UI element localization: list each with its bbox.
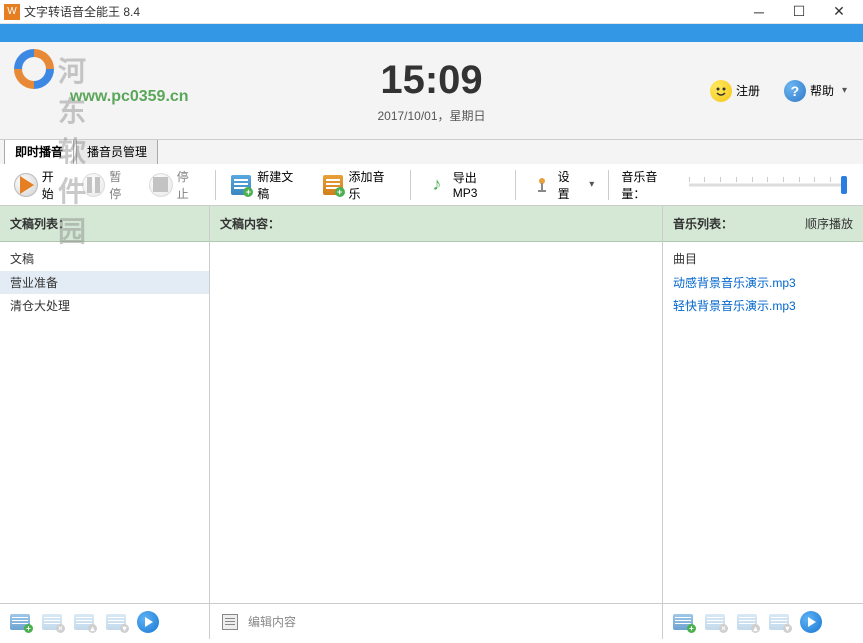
- volume-handle[interactable]: [841, 176, 847, 194]
- doc-add-button[interactable]: +: [6, 610, 34, 634]
- maximize-button[interactable]: ☐: [779, 0, 819, 24]
- register-label: 注册: [736, 82, 760, 99]
- new-doc-icon: +: [229, 173, 253, 197]
- list-item[interactable]: 动感背景音乐演示.mp3: [663, 271, 863, 294]
- chevron-down-icon: ▾: [589, 179, 594, 190]
- watermark-logo-icon: [4, 44, 64, 94]
- toolbar: 开始 暂停 停止 + 新建文稿 + 添加音乐 ♪ 导出MP3 设置 ▾ 音乐音量…: [0, 164, 863, 206]
- doc-content-body: [210, 242, 662, 603]
- bottom-bar: + × ▴ ▾ 编辑内容 + × ▴ ▾: [0, 603, 863, 639]
- new-doc-button[interactable]: + 新建文稿: [223, 164, 310, 206]
- add-music-button[interactable]: + 添加音乐: [315, 164, 402, 206]
- gear-icon: [530, 173, 554, 197]
- volume-label: 音乐音量：: [621, 168, 680, 202]
- add-music-icon: +: [321, 173, 345, 197]
- title-bar: W 文字转语音全能王 8.4 ─ ☐ ✕: [0, 0, 863, 24]
- edit-content-button[interactable]: [216, 610, 244, 634]
- pause-icon: [82, 173, 106, 197]
- list-item[interactable]: 营业准备: [0, 271, 209, 294]
- register-button[interactable]: 注册: [702, 76, 768, 106]
- doc-list-column-header: 文稿: [0, 246, 209, 271]
- music-list-header: 音乐列表： 顺序播放: [663, 206, 863, 242]
- settings-label: 设置: [558, 168, 582, 202]
- chevron-down-icon: ▾: [842, 85, 847, 96]
- doc-move-down-button[interactable]: ▾: [102, 610, 130, 634]
- tab-announcer-management[interactable]: 播音员管理: [76, 138, 158, 164]
- playback-mode[interactable]: 顺序播放: [805, 215, 853, 232]
- play-icon: [14, 173, 38, 197]
- stop-icon: [149, 173, 173, 197]
- music-add-button[interactable]: +: [669, 610, 697, 634]
- edit-content-label: 编辑内容: [248, 613, 296, 630]
- music-play-button[interactable]: [797, 610, 825, 634]
- watermark-text: 河东软件园: [58, 50, 88, 250]
- window-title: 文字转语音全能王 8.4: [24, 3, 739, 20]
- music-remove-button[interactable]: ×: [701, 610, 729, 634]
- music-list-column-header: 曲目: [663, 246, 863, 271]
- list-item[interactable]: 轻快背景音乐演示.mp3: [663, 294, 863, 317]
- help-label: 帮助: [810, 82, 834, 99]
- doc-list-header: 文稿列表：: [0, 206, 209, 242]
- add-music-label: 添加音乐: [349, 168, 397, 202]
- doc-move-up-button[interactable]: ▴: [70, 610, 98, 634]
- music-list-panel: 音乐列表： 顺序播放 曲目 动感背景音乐演示.mp3 轻快背景音乐演示.mp3: [663, 206, 863, 603]
- help-button[interactable]: ? 帮助 ▾: [776, 76, 855, 106]
- doc-content-panel: 文稿内容：: [210, 206, 663, 603]
- watermark-url: www.pc0359.cn: [70, 88, 189, 106]
- doc-play-button[interactable]: [134, 610, 162, 634]
- music-list-header-label: 音乐列表：: [673, 215, 733, 232]
- doc-list-panel: 文稿列表： 文稿 营业准备 清仓大处理: [0, 206, 210, 603]
- export-mp3-button[interactable]: ♪ 导出MP3: [419, 165, 507, 204]
- minimize-button[interactable]: ─: [739, 0, 779, 24]
- new-doc-label: 新建文稿: [257, 168, 305, 202]
- music-move-down-button[interactable]: ▾: [765, 610, 793, 634]
- stop-button[interactable]: 停止: [143, 164, 207, 206]
- tab-bar: 即时播音 播音员管理: [0, 140, 863, 164]
- accent-bar: [0, 24, 863, 42]
- list-item[interactable]: 清仓大处理: [0, 294, 209, 317]
- clock: 15:09 2017/10/01，星期日: [377, 58, 485, 124]
- clock-date: 2017/10/01，星期日: [377, 107, 485, 124]
- doc-remove-button[interactable]: ×: [38, 610, 66, 634]
- app-icon: W: [4, 4, 20, 20]
- export-mp3-label: 导出MP3: [453, 169, 501, 200]
- pause-label: 暂停: [109, 168, 133, 202]
- help-icon: ?: [784, 80, 806, 102]
- volume-slider[interactable]: [689, 175, 847, 195]
- settings-button[interactable]: 设置 ▾: [524, 164, 600, 206]
- doc-content-header: 文稿内容：: [210, 206, 662, 242]
- edit-icon: [222, 614, 238, 630]
- close-button[interactable]: ✕: [819, 0, 859, 24]
- music-move-up-button[interactable]: ▴: [733, 610, 761, 634]
- stop-label: 停止: [177, 168, 201, 202]
- clock-time: 15:09: [377, 58, 485, 103]
- pause-button[interactable]: 暂停: [76, 164, 140, 206]
- music-note-icon: ♪: [425, 173, 449, 197]
- smiley-icon: [710, 80, 732, 102]
